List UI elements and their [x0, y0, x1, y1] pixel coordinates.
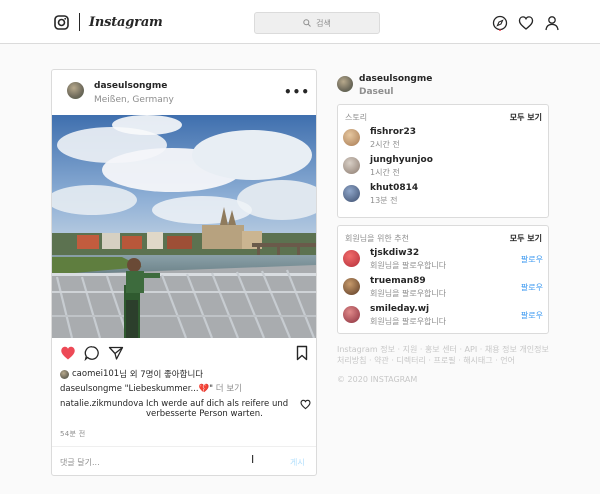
suggestion-avatar[interactable] [343, 250, 360, 267]
current-user-avatar[interactable] [337, 76, 353, 92]
footer-links[interactable]: Instagram 정보 · 지원 · 홍보 센터 · API · 채용 정보 … [337, 344, 552, 366]
suggestions-see-all-button[interactable]: 모두 보기 [510, 233, 542, 244]
stories-title: 스토리 [345, 113, 368, 122]
story-time: 13분 전 [370, 196, 398, 205]
profile-icon[interactable] [544, 15, 560, 31]
story-time: 2시간 전 [370, 140, 400, 149]
story-avatar [343, 157, 360, 174]
likes-summary[interactable]: caomei101 님 외 7명이 좋아합니다 [60, 368, 203, 380]
post-caption: daseulsongme "Liebeskummer...💔" 더 보기 [60, 382, 242, 394]
search-placeholder: 검색 [316, 18, 331, 28]
compass-icon[interactable] [492, 15, 508, 32]
story-username: khut0814 [370, 183, 419, 193]
post-timestamp[interactable]: 54분 전 [60, 429, 86, 439]
suggestion-subtitle: 회원님을 팔로우합니다 [370, 261, 447, 270]
suggestion-item: smileday.wj 회원님을 팔로우합니다 팔로우 [343, 304, 543, 328]
story-avatar [343, 185, 360, 202]
bookmark-icon[interactable] [294, 345, 310, 361]
comment-like-icon[interactable] [300, 399, 311, 410]
copyright: © 2020 INSTAGRAM [337, 375, 418, 384]
follow-button[interactable]: 팔로우 [521, 254, 543, 265]
likes-text: 님 외 7명이 좋아합니다 [119, 370, 204, 380]
story-item[interactable]: khut0814 13분 전 [343, 183, 543, 207]
post-actions [52, 345, 316, 363]
logo[interactable]: Instagram [54, 12, 163, 32]
suggestion-subtitle: 회원님을 팔로우합니다 [370, 317, 447, 326]
current-user-username[interactable]: daseulsongme [359, 74, 432, 84]
follow-button[interactable]: 팔로우 [521, 310, 543, 321]
story-item[interactable]: fishror23 2시간 전 [343, 127, 543, 151]
liker-username[interactable]: caomei101 [72, 369, 119, 379]
nav-icons [492, 15, 560, 32]
post-card: daseulsongme Meißen, Germany ••• caomei1… [51, 69, 317, 476]
comment-input-bar: 댓글 달기... I 게시 [52, 446, 316, 475]
camera-icon [54, 14, 69, 30]
story-item[interactable]: junghyunjoo 1시간 전 [343, 155, 543, 179]
story-username: junghyunjoo [370, 155, 433, 165]
stories-panel: 스토리 모두 보기 fishror23 2시간 전 junghyunjoo 1시… [337, 104, 549, 218]
comment-username[interactable]: natalie.zikmundova [60, 399, 143, 409]
logo-divider [79, 13, 80, 31]
suggestion-username[interactable]: smileday.wj [370, 304, 429, 314]
suggestion-username[interactable]: tjskdiw32 [370, 248, 419, 258]
caption-username[interactable]: daseulsongme [60, 384, 122, 394]
post-photo[interactable] [52, 115, 316, 338]
post-options-icon[interactable]: ••• [284, 85, 310, 99]
follow-button[interactable]: 팔로우 [521, 282, 543, 293]
top-navigation-bar: Instagram 검색 [0, 0, 600, 44]
suggestion-avatar[interactable] [343, 306, 360, 323]
post-author-username[interactable]: daseulsongme [94, 81, 167, 91]
comment-bubble-icon[interactable] [84, 345, 100, 362]
comment-text: Ich werde auf dich als reifere und verbe… [146, 399, 289, 419]
search-icon [303, 19, 311, 27]
suggestion-item: trueman89 회원님을 팔로우합니다 팔로우 [343, 276, 543, 300]
suggestions-panel: 회원님을 위한 추천 모두 보기 tjskdiw32 회원님을 팔로우합니다 팔… [337, 225, 549, 334]
caption-text: "Liebeskummer...💔" [124, 384, 214, 394]
story-avatar [343, 129, 360, 146]
share-send-icon[interactable] [108, 345, 124, 361]
post-comment-button[interactable]: 게시 [290, 457, 305, 468]
story-time: 1시간 전 [370, 168, 400, 177]
post-author-avatar[interactable] [67, 82, 84, 99]
search-input[interactable]: 검색 [254, 12, 380, 34]
logo-wordmark: Instagram [89, 14, 163, 30]
text-cursor-icon: I [251, 453, 255, 466]
caption-more-link[interactable]: 더 보기 [216, 384, 242, 394]
suggestion-subtitle: 회원님을 팔로우합니다 [370, 289, 447, 298]
current-user-name: Daseul [359, 87, 394, 97]
suggestion-item: tjskdiw32 회원님을 팔로우합니다 팔로우 [343, 248, 543, 272]
suggestions-title: 회원님을 위한 추천 [345, 234, 409, 243]
heart-icon[interactable] [518, 15, 534, 31]
suggestion-username[interactable]: trueman89 [370, 276, 426, 286]
stories-see-all-button[interactable]: 모두 보기 [510, 112, 542, 123]
post-location[interactable]: Meißen, Germany [94, 95, 174, 105]
suggestion-avatar[interactable] [343, 278, 360, 295]
comment-input[interactable]: 댓글 달기... [60, 457, 100, 468]
story-username: fishror23 [370, 127, 417, 137]
post-header: daseulsongme Meißen, Germany ••• [52, 70, 316, 115]
liker-avatar [60, 369, 69, 379]
like-heart-icon[interactable] [60, 345, 76, 361]
